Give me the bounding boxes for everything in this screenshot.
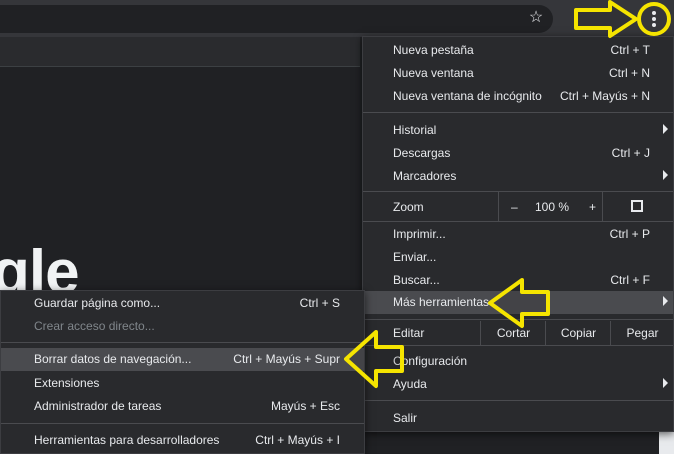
menu-item-settings[interactable]: Configuración: [363, 350, 673, 373]
menu-item-label: Ayuda: [393, 377, 427, 391]
menu-item-shortcut: Ctrl + P: [609, 227, 650, 241]
menu-separator: [1, 423, 364, 424]
menu-item-label: Administrador de tareas: [34, 399, 162, 413]
menu-item-help[interactable]: Ayuda: [363, 373, 673, 396]
zoom-label: Zoom: [393, 200, 424, 214]
submenu-item-task-manager[interactable]: Administrador de tareas Mayús + Esc: [1, 395, 364, 418]
menu-item-shortcut: Ctrl + J: [611, 146, 650, 160]
zoom-controls: – 100 % +: [498, 192, 673, 221]
menu-item-label: Marcadores: [393, 169, 457, 183]
menu-item-label: Herramientas para desarrolladores: [34, 433, 220, 447]
fullscreen-icon: [631, 200, 643, 212]
menu-item-label: Nueva pestaña: [393, 43, 474, 57]
menu-item-label: Descargas: [393, 146, 451, 160]
submenu-item-extensions[interactable]: Extensiones: [1, 372, 364, 395]
submenu-item-developer-tools[interactable]: Herramientas para desarrolladores Ctrl +…: [1, 429, 364, 452]
fullscreen-button[interactable]: [602, 192, 674, 221]
menu-item-shortcut: Ctrl + Mayús + Supr: [233, 352, 340, 366]
zoom-out-button[interactable]: –: [511, 200, 518, 214]
chrome-main-menu: Nueva pestaña Ctrl + T Nueva ventana Ctr…: [362, 36, 674, 432]
menu-item-label: Extensiones: [34, 376, 100, 390]
menu-item-bookmarks[interactable]: Marcadores: [363, 165, 673, 188]
menu-item-exit[interactable]: Salir: [363, 407, 673, 430]
zoom-in-button[interactable]: +: [589, 200, 596, 214]
menu-item-shortcut: Ctrl + Mayús + N: [559, 89, 650, 103]
menu-item-label: Guardar página como...: [34, 296, 161, 310]
cut-button[interactable]: Cortar: [480, 321, 546, 345]
menu-item-cast[interactable]: Enviar...: [363, 246, 673, 269]
more-tools-submenu: Guardar página como... Ctrl + S Crear ac…: [0, 290, 365, 454]
menu-item-find[interactable]: Buscar... Ctrl + F: [363, 269, 673, 292]
submenu-item-clear-browsing-data[interactable]: Borrar datos de navegación... Ctrl + May…: [1, 348, 364, 371]
menu-item-shortcut: Ctrl + Mayús + I: [255, 433, 340, 447]
menu-separator: [1, 342, 364, 343]
menu-separator: [363, 112, 673, 113]
menu-item-history[interactable]: Historial: [363, 119, 673, 142]
three-dot-menu-button[interactable]: [641, 6, 667, 32]
ntp-top-strip: [0, 37, 360, 67]
zoom-level: 100 %: [535, 200, 570, 214]
menu-dot-icon: [652, 23, 656, 27]
menu-item-label: Enviar...: [393, 250, 437, 264]
menu-item-label: Más herramientas: [393, 295, 490, 309]
submenu-arrow-icon: [663, 124, 668, 134]
menu-item-label: Buscar...: [393, 273, 440, 287]
address-bar[interactable]: [0, 5, 553, 33]
menu-item-shortcut: Mayús + Esc: [270, 399, 340, 413]
menu-item-label: Imprimir...: [393, 227, 446, 241]
menu-item-incognito[interactable]: Nueva ventana de incógnito Ctrl + Mayús …: [363, 85, 673, 108]
menu-item-label: Nueva ventana de incógnito: [393, 89, 542, 103]
menu-item-shortcut: Ctrl + T: [610, 43, 650, 57]
menu-item-label: Borrar datos de navegación...: [34, 352, 192, 366]
edit-row: Editar Cortar Copiar Pegar: [363, 321, 673, 345]
menu-separator: [363, 345, 673, 346]
menu-separator: [363, 221, 673, 222]
edit-label: Editar: [393, 326, 425, 340]
menu-item-new-tab[interactable]: Nueva pestaña Ctrl + T: [363, 39, 673, 62]
menu-item-print[interactable]: Imprimir... Ctrl + P: [363, 223, 673, 246]
zoom-row: Zoom – 100 % +: [363, 192, 673, 221]
menu-item-label: Salir: [393, 411, 418, 425]
menu-dot-icon: [652, 17, 656, 21]
menu-item-more-tools[interactable]: Más herramientas: [363, 291, 673, 314]
paste-button[interactable]: Pegar: [610, 321, 674, 345]
menu-item-shortcut: Ctrl + F: [610, 273, 650, 287]
menu-separator: [363, 319, 673, 320]
submenu-item-save-page[interactable]: Guardar página como... Ctrl + S: [1, 292, 364, 315]
submenu-item-create-shortcut: Crear acceso directo...: [1, 315, 364, 338]
menu-item-shortcut: Ctrl + N: [608, 66, 650, 80]
menu-item-new-window[interactable]: Nueva ventana Ctrl + N: [363, 62, 673, 85]
bookmark-star-icon[interactable]: ☆: [527, 8, 545, 28]
menu-item-downloads[interactable]: Descargas Ctrl + J: [363, 142, 673, 165]
menu-item-label: Historial: [393, 123, 437, 137]
copy-button[interactable]: Copiar: [545, 321, 611, 345]
menu-separator: [363, 400, 673, 401]
submenu-arrow-icon: [663, 378, 668, 388]
menu-item-label: Nueva ventana: [393, 66, 474, 80]
menu-item-shortcut: Ctrl + S: [299, 296, 340, 310]
submenu-arrow-icon: [663, 170, 668, 180]
menu-item-label: Crear acceso directo...: [34, 319, 155, 333]
menu-dot-icon: [652, 11, 656, 15]
submenu-arrow-icon: [663, 296, 668, 306]
menu-item-label: Configuración: [393, 354, 468, 368]
browser-toolbar: ☆: [0, 0, 674, 37]
